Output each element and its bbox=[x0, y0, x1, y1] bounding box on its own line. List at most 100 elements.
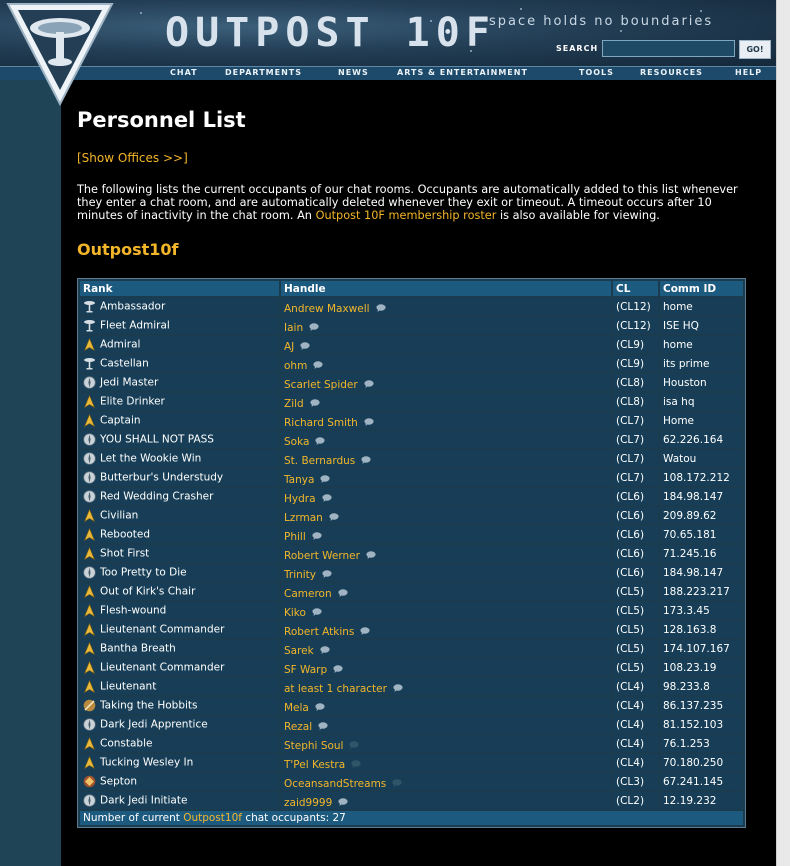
membership-roster-link[interactable]: Outpost 10F membership roster bbox=[316, 209, 497, 222]
handle-link[interactable]: Hydra bbox=[284, 493, 316, 505]
chat-bubble-icon[interactable] bbox=[313, 360, 323, 369]
handle-link[interactable]: Trinity bbox=[284, 569, 316, 581]
handle-link[interactable]: ohm bbox=[284, 360, 307, 372]
handle-link[interactable]: Soka bbox=[284, 436, 309, 448]
table-row: Civilian Lzrman (CL6) 209.89.62 bbox=[80, 507, 743, 524]
rank-label: Taking the Hobbits bbox=[100, 699, 198, 712]
handle-cell: Lzrman bbox=[281, 507, 611, 524]
starfleet-delta-icon bbox=[83, 413, 96, 428]
handle-link[interactable]: zaid9999 bbox=[284, 797, 332, 809]
handle-cell: ohm bbox=[281, 355, 611, 372]
handle-link[interactable]: Stephi Soul bbox=[284, 740, 343, 752]
starfleet-delta-icon bbox=[83, 546, 96, 561]
rank-cell: Ambassador bbox=[80, 298, 279, 315]
handle-link[interactable]: Robert Werner bbox=[284, 550, 360, 562]
star-decoration bbox=[140, 12, 142, 14]
handle-link[interactable]: Mela bbox=[284, 702, 309, 714]
chat-bubble-icon[interactable] bbox=[315, 436, 326, 445]
chat-bubble-icon[interactable] bbox=[312, 607, 322, 616]
cl-cell: (CL5) bbox=[613, 583, 658, 600]
cl-cell: (CL9) bbox=[613, 355, 658, 372]
handle-link[interactable]: Phill bbox=[284, 531, 306, 543]
chat-bubble-icon[interactable] bbox=[360, 626, 370, 635]
handle-cell: Mela bbox=[281, 697, 611, 714]
handle-link[interactable]: Robert Atkins bbox=[284, 626, 354, 638]
chat-bubble-icon[interactable] bbox=[329, 512, 339, 521]
chat-bubble-icon[interactable] bbox=[321, 493, 332, 502]
handle-link[interactable]: Cameron bbox=[284, 588, 332, 600]
handle-link[interactable]: Zild bbox=[284, 398, 304, 410]
chat-bubble-icon[interactable] bbox=[349, 740, 360, 749]
handle-link[interactable]: Rezal bbox=[284, 721, 312, 733]
handle-link[interactable]: at least 1 character bbox=[284, 683, 387, 695]
handle-link[interactable]: AJ bbox=[284, 341, 294, 353]
handle-cell: Stephi Soul bbox=[281, 735, 611, 752]
chat-bubble-icon[interactable] bbox=[375, 303, 386, 312]
handle-cell: Cameron bbox=[281, 583, 611, 600]
chat-bubble-icon[interactable] bbox=[310, 398, 320, 407]
chat-bubble-icon[interactable] bbox=[364, 417, 374, 426]
cl-cell: (CL12) bbox=[613, 317, 658, 334]
handle-link[interactable]: Andrew Maxwell bbox=[284, 303, 370, 315]
room-link[interactable]: Outpost10f bbox=[183, 812, 242, 824]
handle-link[interactable]: St. Bernardus bbox=[284, 455, 355, 467]
chat-bubble-icon[interactable] bbox=[366, 550, 376, 559]
outpost-badge-icon[interactable] bbox=[4, 2, 116, 106]
handle-link[interactable]: T'Pel Kestra bbox=[284, 759, 345, 771]
go-button[interactable]: GO! bbox=[739, 40, 771, 59]
nav-news[interactable]: NEWS bbox=[338, 68, 369, 77]
handle-link[interactable]: OceansandStreams bbox=[284, 778, 386, 790]
chat-bubble-icon[interactable] bbox=[392, 778, 402, 787]
table-row: Elite Drinker Zild (CL8) isa hq bbox=[80, 393, 743, 410]
nav-help[interactable]: HELP bbox=[735, 68, 762, 77]
rank-cell: Rebooted bbox=[80, 526, 279, 543]
table-row: Admiral AJ (CL9) home bbox=[80, 336, 743, 353]
chat-bubble-icon[interactable] bbox=[338, 588, 348, 597]
handle-link[interactable]: Iain bbox=[284, 322, 303, 334]
nav-arts-entertainment[interactable]: ARTS & ENTERTAINMENT bbox=[397, 68, 528, 77]
chat-bubble-icon[interactable] bbox=[364, 379, 374, 388]
chat-bubble-icon[interactable] bbox=[300, 341, 310, 350]
handle-link[interactable]: Scarlet Spider bbox=[284, 379, 358, 391]
rank-label: Rebooted bbox=[100, 528, 151, 541]
nav-departments[interactable]: DEPARTMENTS bbox=[225, 68, 302, 77]
handle-cell: Tanya bbox=[281, 469, 611, 486]
chat-bubble-icon[interactable] bbox=[320, 474, 331, 483]
chat-bubble-icon[interactable] bbox=[351, 759, 361, 768]
handle-link[interactable]: Richard Smith bbox=[284, 417, 358, 429]
handle-link[interactable]: Tanya bbox=[284, 474, 314, 486]
starfleet-delta-icon bbox=[83, 736, 96, 751]
search-input[interactable] bbox=[602, 40, 735, 57]
chat-bubble-icon[interactable] bbox=[309, 322, 319, 331]
cl-cell: (CL4) bbox=[613, 697, 658, 714]
table-row: Captain Richard Smith (CL7) Home bbox=[80, 412, 743, 429]
chat-bubble-icon[interactable] bbox=[312, 531, 322, 540]
rank-label: Ambassador bbox=[100, 300, 166, 313]
show-offices-link[interactable]: [Show Offices >>] bbox=[77, 151, 188, 165]
handle-link[interactable]: Lzrman bbox=[284, 512, 323, 524]
chat-bubble-icon[interactable] bbox=[320, 645, 330, 654]
chat-bubble-icon[interactable] bbox=[322, 569, 332, 578]
vertical-scrollbar[interactable] bbox=[776, 0, 790, 866]
rank-label: Elite Drinker bbox=[100, 395, 165, 408]
jedi-order-icon bbox=[83, 433, 96, 446]
nav-chat[interactable]: CHAT bbox=[170, 68, 198, 77]
handle-link[interactable]: Sarek bbox=[284, 645, 314, 657]
rank-cell: Fleet Admiral bbox=[80, 317, 279, 334]
handle-cell: Scarlet Spider bbox=[281, 374, 611, 391]
handle-cell: Robert Werner bbox=[281, 545, 611, 562]
chat-bubble-icon[interactable] bbox=[361, 455, 371, 464]
chat-bubble-icon[interactable] bbox=[338, 797, 348, 806]
rank-label: Too Pretty to Die bbox=[100, 566, 187, 579]
chat-bubble-icon[interactable] bbox=[318, 721, 328, 730]
chat-bubble-icon[interactable] bbox=[315, 702, 325, 711]
chat-bubble-icon[interactable] bbox=[393, 683, 403, 692]
intro-text-part: is also available for viewing. bbox=[496, 209, 660, 222]
handle-link[interactable]: Kiko bbox=[284, 607, 306, 619]
site-title[interactable]: OUTPOST 10F bbox=[165, 10, 496, 56]
chat-bubble-icon[interactable] bbox=[333, 664, 343, 673]
nav-resources[interactable]: RESOURCES bbox=[640, 68, 703, 77]
handle-link[interactable]: SF Warp bbox=[284, 664, 327, 676]
table-row: Lieutenant Commander SF Warp (CL5) 108.23.1… bbox=[80, 659, 743, 676]
nav-tools[interactable]: TOOLS bbox=[579, 68, 614, 77]
